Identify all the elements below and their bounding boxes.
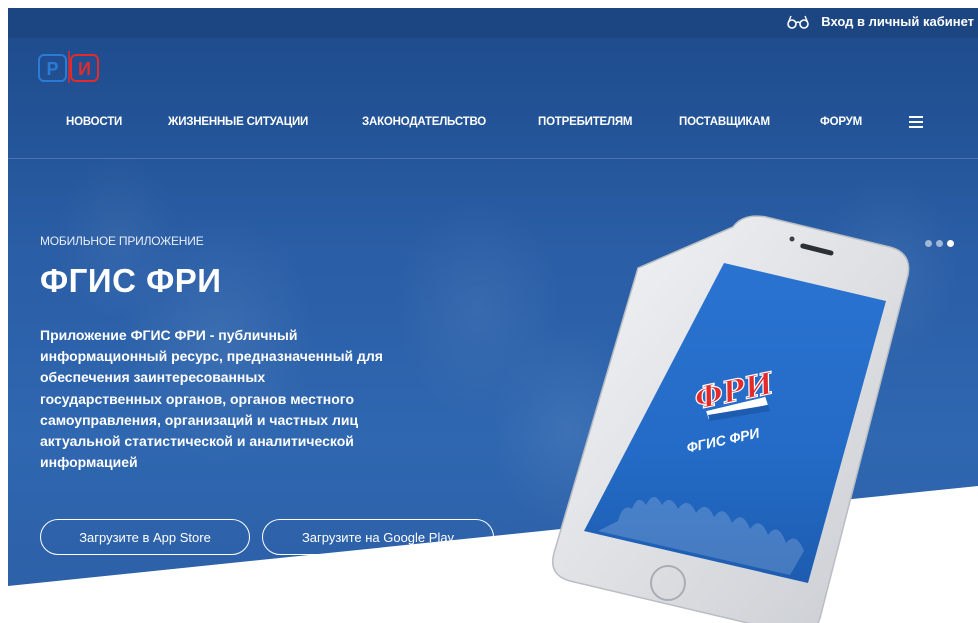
nav-item-legislation[interactable]: ЗАКОНОДАТЕЛЬСТВО — [362, 116, 486, 128]
nav-item-life-situations[interactable]: ЖИЗНЕННЫЕ СИТУАЦИИ — [168, 116, 308, 128]
nav-item-news[interactable]: НОВОСТИ — [66, 116, 122, 128]
description-line: самоуправления, организаций и частных ли… — [40, 411, 359, 428]
nav-item-forum[interactable]: ФОРУМ — [820, 116, 862, 128]
logo-letter-i: И — [78, 59, 91, 79]
description-line: информационный ресурс, предназначенный д… — [40, 348, 383, 365]
hero-eyebrow: МОБИЛЬНОЕ ПРИЛОЖЕНИЕ — [40, 234, 204, 248]
nav-item-suppliers[interactable]: ПОСТАВЩИКАМ — [679, 116, 770, 128]
main-nav: НОВОСТИ ЖИЗНЕННЫЕ СИТУАЦИИ ЗАКОНОДАТЕЛЬС… — [8, 108, 978, 144]
login-label[interactable]: Вход в личный кабинет — [821, 14, 974, 29]
appstore-button[interactable]: Загрузите в App Store — [40, 519, 250, 555]
top-bar: Вход в личный кабинет — [8, 8, 978, 38]
description-line: государственных органов, органов местног… — [40, 390, 355, 407]
description-line: информацией — [40, 454, 138, 471]
description-line: Приложение ФГИС ФРИ - публичный — [40, 327, 298, 343]
google-play-button[interactable]: Загрузите на Google Play — [262, 519, 494, 555]
hero-banner: Вход в личный кабинет Р И НОВОСТИ ЖИЗНЕН… — [8, 8, 978, 623]
phone-mockup: ФРИ ФГИС ФРИ — [552, 215, 910, 623]
fri-logo[interactable]: Р И — [38, 51, 100, 83]
description-line: актуальной статистической и аналитическо… — [40, 433, 354, 450]
description-line: обеспечения заинтересованных — [40, 369, 266, 386]
login-link[interactable]: Вход в личный кабинет — [787, 14, 974, 29]
nav-divider — [8, 158, 978, 159]
nav-item-consumers[interactable]: ПОТРЕБИТЕЛЯМ — [538, 116, 633, 128]
hamburger-menu-icon[interactable] — [909, 116, 923, 128]
hero-description: Приложение ФГИС ФРИ - публичный информац… — [40, 325, 440, 473]
logo-letter-r: Р — [46, 59, 58, 79]
glasses-icon[interactable] — [787, 15, 810, 29]
hero-title: ФГИС ФРИ — [40, 262, 222, 299]
